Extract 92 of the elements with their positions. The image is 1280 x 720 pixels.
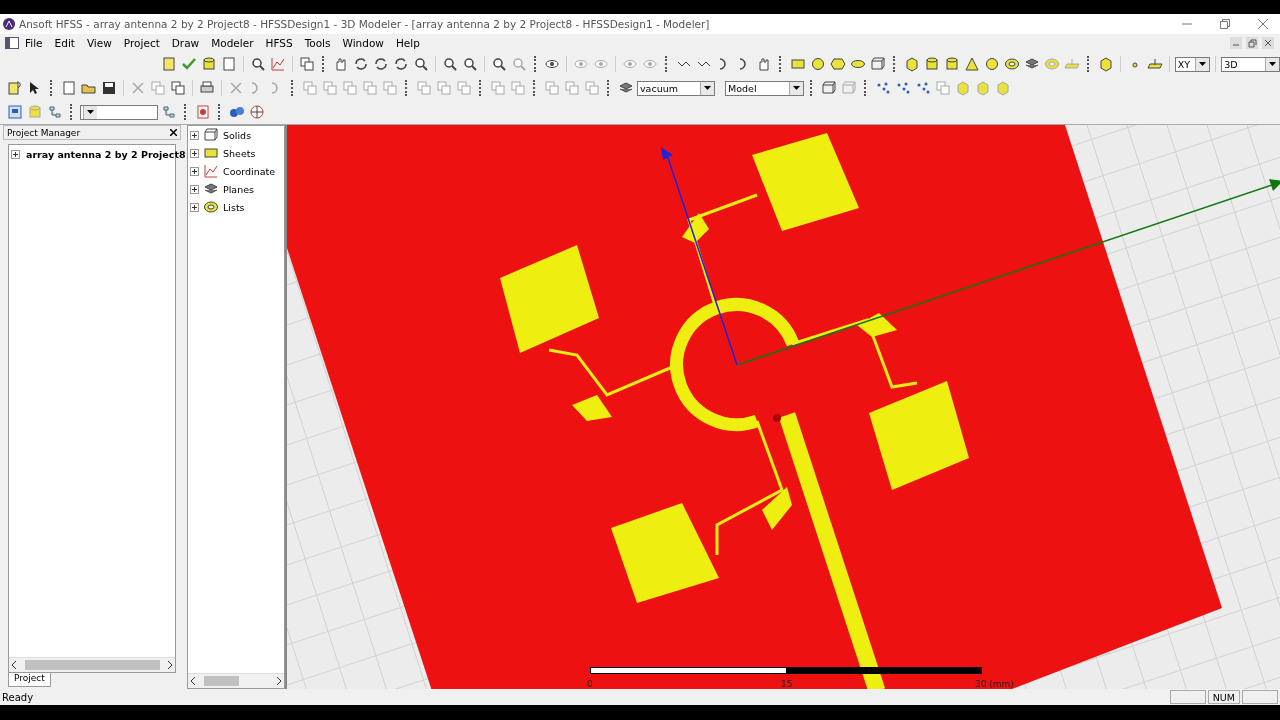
view-dropdown[interactable]: 3D [1221, 56, 1280, 72]
hexagon-icon[interactable] [830, 56, 847, 72]
cylinder-icon[interactable] [923, 56, 940, 72]
menu-item[interactable]: Edit [48, 37, 81, 49]
cube-icon[interactable] [903, 56, 920, 72]
menu-item[interactable]: Draw [165, 37, 206, 49]
scale-label: 0 [587, 679, 593, 689]
magnifier-icon[interactable] [490, 56, 507, 72]
rotate-icon[interactable] [392, 56, 409, 72]
horizontal-scrollbar[interactable] [9, 657, 175, 672]
selection-dropdown[interactable] [80, 104, 158, 120]
dropdown-arrow-icon[interactable] [704, 86, 711, 90]
plane-dropdown[interactable]: XY [1174, 56, 1211, 72]
rotate-icon[interactable] [352, 56, 369, 72]
cylinder-icon[interactable] [943, 56, 960, 72]
scale-label: 15 [781, 679, 793, 689]
material-dropdown[interactable]: vacuum [637, 80, 715, 96]
project-tree-item[interactable]: array antenna 2 by 2 Project8 [26, 148, 186, 160]
menu-item[interactable]: View [80, 37, 118, 49]
save-icon[interactable] [101, 80, 117, 96]
scatter-icon[interactable] [895, 80, 911, 96]
scroll-left-icon[interactable] [191, 677, 196, 685]
circle-icon[interactable] [810, 56, 827, 72]
record-icon[interactable] [195, 104, 211, 120]
horizontal-scrollbar[interactable] [188, 673, 284, 688]
status-cell [1242, 690, 1278, 704]
menu-item[interactable]: Tools [298, 37, 337, 49]
close-icon[interactable] [170, 129, 177, 136]
scatter-icon[interactable] [915, 80, 931, 96]
menu-item[interactable]: Window [336, 37, 390, 49]
tree-icon[interactable] [47, 104, 63, 120]
rectangle-icon[interactable] [790, 56, 807, 72]
expand-icon[interactable] [11, 149, 20, 159]
magnifier-icon[interactable] [461, 56, 478, 72]
circle-icon[interactable] [983, 56, 1000, 72]
scroll-right-icon[interactable] [276, 677, 281, 685]
rotate-icon[interactable] [372, 56, 389, 72]
cylinder-icon[interactable] [201, 56, 217, 72]
copy-icon[interactable] [170, 80, 186, 96]
dropdown-arrow-icon[interactable] [87, 110, 94, 114]
torus-icon[interactable] [1003, 56, 1020, 72]
status-message: Ready [2, 691, 35, 703]
tree-icon[interactable] [161, 104, 177, 120]
model-tree-item[interactable]: Lists [223, 201, 245, 213]
project-tab[interactable]: Project [8, 673, 51, 687]
scroll-left-icon[interactable] [12, 661, 17, 669]
box-small-icon[interactable] [821, 80, 837, 96]
network-icon[interactable] [229, 104, 245, 120]
model-tree-item[interactable]: Planes [223, 183, 254, 195]
monitor-icon[interactable] [7, 104, 23, 120]
box-small-icon[interactable] [203, 127, 219, 143]
torus-icon[interactable] [203, 199, 219, 215]
model-tree-item[interactable]: Coordinate [223, 165, 276, 177]
app-logo-icon [3, 18, 15, 30]
magnifier-icon[interactable] [441, 56, 458, 72]
scatter-icon[interactable] [875, 80, 891, 96]
globe-icon[interactable] [249, 104, 265, 120]
cone-icon[interactable] [963, 56, 980, 72]
restore-icon[interactable] [1220, 19, 1230, 29]
box-small-icon[interactable] [870, 56, 887, 72]
pane-title: Project Manager [7, 127, 81, 138]
menu-item[interactable]: HFSS [259, 37, 299, 49]
status-indicator: NUM [1207, 690, 1240, 704]
cube-icon[interactable] [1097, 56, 1114, 72]
magnifier-icon[interactable] [249, 56, 266, 72]
menu-item[interactable]: Help [389, 37, 426, 49]
menu-item[interactable]: Project [117, 37, 166, 49]
check-icon[interactable] [181, 56, 197, 72]
scale-label: 30 (mm) [975, 679, 1014, 689]
menu-item[interactable]: Modeler [205, 37, 260, 49]
menu-item[interactable]: File [19, 37, 49, 49]
sheet-icon[interactable] [161, 56, 177, 72]
dropdown-arrow-icon[interactable] [1199, 62, 1207, 66]
chart-icon[interactable] [203, 163, 219, 179]
status-cell [1169, 690, 1206, 704]
document-window-icon[interactable] [5, 37, 19, 49]
magnifier-icon[interactable] [412, 56, 429, 72]
mode-dropdown[interactable]: Model [725, 80, 804, 96]
chart-icon[interactable] [269, 56, 286, 72]
copy-icon[interactable] [298, 56, 315, 72]
window-title: Ansoft HFSS - array antenna 2 by 2 Project8 - HFSSDesign1 - 3D Modeler - [array antenna 2 by 2 Project8 - HFSSDesign1 - Modeler] [19, 18, 711, 30]
scroll-right-icon[interactable] [167, 661, 172, 669]
document-icon[interactable] [221, 56, 237, 72]
plane-icon[interactable] [1146, 56, 1163, 72]
document-icon[interactable] [61, 80, 77, 96]
help-icon[interactable] [7, 80, 23, 96]
dropdown-arrow-icon[interactable] [1269, 62, 1277, 66]
printer-icon[interactable] [199, 80, 215, 96]
model-tree-item[interactable]: Solids [223, 129, 252, 141]
dropdown-arrow-icon[interactable] [793, 86, 800, 90]
model-tree-item[interactable]: Sheets [223, 147, 256, 159]
modeler-viewport[interactable]: 0 15 30 (mm) [285, 125, 1280, 689]
